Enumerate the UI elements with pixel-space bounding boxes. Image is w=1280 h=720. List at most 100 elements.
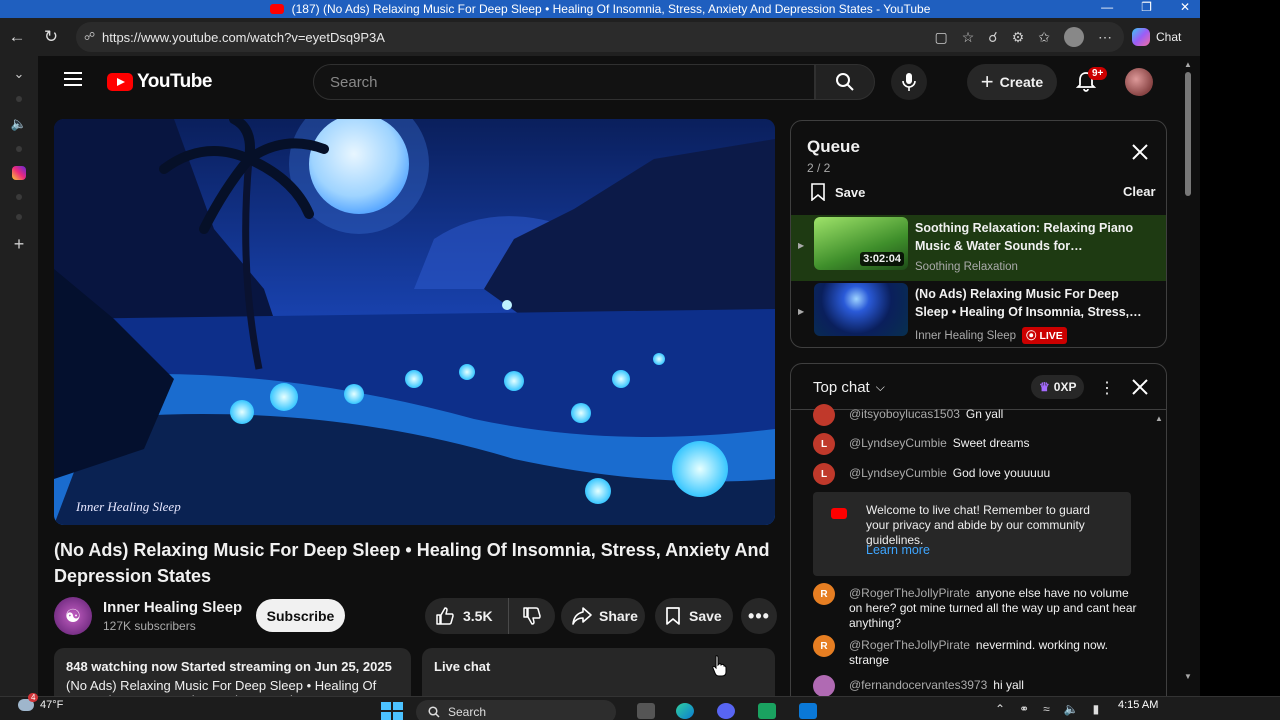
search-button[interactable] — [815, 64, 875, 100]
voice-search-button[interactable] — [891, 64, 927, 100]
battery-icon[interactable]: ▮ — [1093, 702, 1100, 716]
profile-icon[interactable] — [1064, 27, 1084, 47]
video-frame: Inner Healing Sleep — [54, 119, 775, 525]
dislike-button[interactable] — [509, 606, 555, 626]
minimize-icon[interactable]: — — [1101, 0, 1113, 14]
chat-more-options-icon[interactable]: ⋮ — [1099, 378, 1115, 398]
refresh-icon[interactable]: ↻ — [34, 22, 68, 52]
chat-author[interactable]: @RogerTheJollyPirate — [849, 586, 970, 600]
queue-item-channel-name: Soothing Relaxation — [915, 261, 1018, 273]
save-label: Save — [689, 608, 722, 624]
volume-icon[interactable]: 🔈 — [1064, 702, 1079, 716]
copilot-chat-button[interactable]: Chat — [1132, 22, 1181, 52]
chat-author[interactable]: @RogerTheJollyPirate — [849, 638, 970, 652]
close-window-icon[interactable]: ✕ — [1180, 0, 1190, 14]
chat-author[interactable]: @LyndseyCumbie — [849, 466, 947, 480]
chat-author[interactable]: @itsyoboylucas1503 — [849, 407, 960, 421]
favorite-star-icon[interactable]: ☆ — [962, 29, 975, 46]
share-arrow-icon — [572, 607, 592, 625]
chat-message: @itsyoboylucas1503 Gn yall — [813, 404, 1143, 426]
queue-item-channel: Soothing Relaxation — [915, 261, 1018, 273]
chat-avatar: L — [813, 433, 835, 455]
favorites-icon[interactable]: ✩ — [1038, 29, 1050, 46]
chevron-down-icon[interactable]: ⌄ — [14, 66, 25, 82]
youtube-header: YouTube Search + Create 9+ — [40, 56, 1200, 108]
save-button[interactable]: Save — [655, 598, 733, 634]
menu-icon[interactable] — [64, 72, 82, 86]
share-button[interactable]: Share — [561, 598, 645, 634]
speaker-icon[interactable]: 🔈 — [11, 116, 27, 132]
youtube-favicon-icon — [269, 4, 284, 14]
queue-item[interactable]: ▶ 3:02:04 Soothing Relaxation: Relaxing … — [791, 215, 1166, 281]
now-playing-indicator-icon: ▶ — [798, 241, 805, 250]
site-info-icon[interactable]: ☍ — [84, 30, 95, 43]
window-title: (187) (No Ads) Relaxing Music For Deep S… — [291, 2, 931, 16]
browser-toolbar: ← ↻ ☍ https://www.youtube.com/watch?v=ey… — [0, 18, 1200, 56]
queue-item[interactable]: ▶ (No Ads) Relaxing Music For Deep Sleep… — [791, 281, 1166, 347]
search-input[interactable]: Search — [313, 64, 815, 100]
instagram-icon[interactable] — [12, 166, 26, 180]
queue-panel: Queue 2 / 2 Save Clear ▶ 3:02:04 Soothin… — [790, 120, 1167, 348]
chat-text: God love youuuuu — [952, 466, 1051, 480]
tray-overflow-icon[interactable]: ⌃ — [995, 702, 1005, 716]
add-sidebar-app-icon[interactable]: + — [14, 234, 25, 255]
extension-icon[interactable]: ⚙ — [1012, 29, 1025, 46]
address-bar[interactable]: ☍ https://www.youtube.com/watch?v=eyetDs… — [76, 22, 1124, 52]
description-text: (No Ads) Relaxing Music For Deep Sleep •… — [66, 678, 377, 696]
close-chat-icon[interactable] — [1131, 378, 1149, 396]
close-queue-icon[interactable] — [1131, 143, 1149, 161]
like-button[interactable]: 3.5K — [425, 598, 509, 634]
video-player[interactable]: Inner Healing Sleep — [54, 119, 775, 525]
xp-label: 0XP — [1053, 380, 1077, 394]
create-button[interactable]: + Create — [967, 64, 1057, 100]
scroll-down-arrow-icon[interactable]: ▼ — [1184, 672, 1192, 681]
microphone-tray-icon[interactable]: ⚭ — [1019, 702, 1029, 716]
chat-app-icon[interactable] — [758, 703, 776, 719]
channel-name[interactable]: Inner Healing Sleep — [103, 599, 242, 616]
chat-text: Gn yall — [965, 407, 1004, 421]
live-chat-panel: Top chat ⌵ ♛ 0XP ⋮ ▲ @itsyoboylucas1503 G… — [790, 363, 1167, 696]
file-explorer-icon[interactable] — [637, 703, 655, 719]
store-app-icon[interactable] — [799, 703, 817, 719]
queue-save-button[interactable]: Save — [811, 183, 865, 201]
back-arrow-icon[interactable]: ← — [0, 22, 34, 52]
scroll-up-arrow-icon[interactable]: ▲ — [1184, 60, 1192, 69]
more-actions-button[interactable]: ••• — [741, 598, 777, 634]
taskbar-search[interactable]: Search — [416, 700, 616, 720]
plus-icon: + — [980, 69, 994, 94]
weather-cloud-icon: 4 — [18, 693, 39, 711]
xp-badge[interactable]: ♛ 0XP — [1031, 375, 1085, 399]
chat-welcome-banner: Welcome to live chat! Remember to guard … — [813, 492, 1131, 576]
page-scrollbar[interactable]: ▲ ▼ — [1181, 60, 1195, 696]
chat-mode-dropdown[interactable]: Top chat ⌵ — [813, 379, 885, 396]
description-box[interactable]: 848 watching now Started streaming on Ju… — [54, 648, 411, 696]
url-text: https://www.youtube.com/watch?v=eyetDsq9… — [102, 29, 385, 45]
account-avatar[interactable] — [1125, 68, 1153, 96]
discord-icon[interactable] — [717, 703, 735, 719]
windows-start-icon[interactable] — [381, 702, 403, 720]
learn-more-link[interactable]: Learn more — [866, 543, 930, 557]
taskbar-clock[interactable]: 4:15 AM — [1118, 699, 1158, 711]
chat-author[interactable]: @fernandocervantes3973 — [849, 678, 987, 692]
sidebar-dot — [16, 194, 22, 200]
notification-icon[interactable]: ☌ — [988, 29, 997, 46]
queue-clear-button[interactable]: Clear — [1123, 184, 1156, 199]
bookmark-icon — [811, 183, 825, 201]
chat-message: L @LyndseyCumbie God love youuuuu — [813, 463, 1143, 485]
weather-widget[interactable]: 4 47°F — [18, 693, 63, 711]
wifi-icon[interactable]: ≈ — [1043, 702, 1050, 716]
maximize-icon[interactable]: ❐ — [1141, 0, 1152, 14]
chat-avatar — [813, 404, 835, 426]
channel-avatar[interactable]: ☯ — [54, 597, 92, 635]
edge-browser-icon[interactable] — [676, 703, 694, 719]
scrollbar-thumb[interactable] — [1185, 72, 1191, 196]
more-options-icon[interactable]: ⋯ — [1098, 29, 1112, 46]
queue-item-channel-name: Inner Healing Sleep — [915, 329, 1017, 342]
youtube-logo[interactable]: YouTube — [107, 71, 212, 93]
subscribe-button[interactable]: Subscribe — [256, 599, 345, 632]
chat-author[interactable]: @LyndseyCumbie — [849, 436, 947, 450]
screen-margin — [1200, 0, 1280, 696]
split-screen-icon[interactable]: ▢ — [935, 29, 948, 46]
chat-avatar: R — [813, 635, 835, 657]
chat-scroll-up-icon[interactable]: ▲ — [1155, 414, 1163, 423]
